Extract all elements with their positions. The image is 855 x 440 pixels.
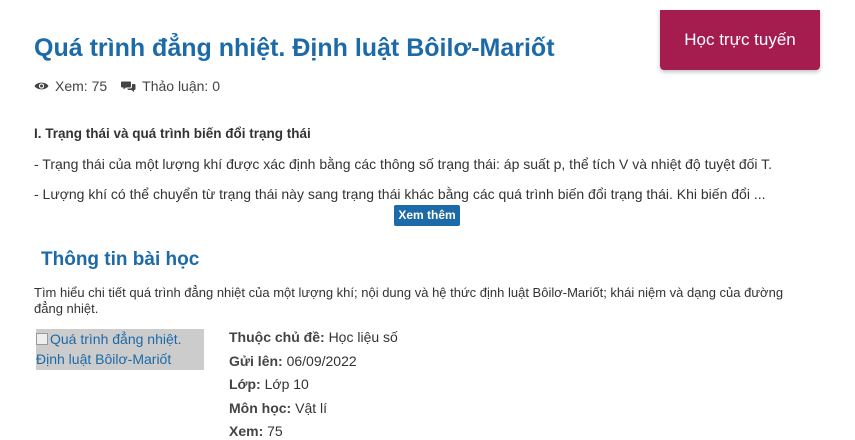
info-value-uploaded: 06/09/2022 bbox=[286, 352, 357, 369]
excerpt-heading: I. Trạng thái và quá trình biến đổi trạn… bbox=[34, 126, 311, 141]
info-key: Gửi lên: bbox=[229, 352, 283, 369]
info-row-topic: Thuộc chủ đề: Học liệu số bbox=[229, 327, 398, 351]
excerpt-paragraph: - Lượng khí có thể chuyển từ trạng thái … bbox=[34, 186, 766, 202]
broken-image-icon bbox=[36, 333, 48, 345]
info-key: Môn học: bbox=[229, 399, 292, 416]
info-value-subject[interactable]: Vật lí bbox=[295, 400, 327, 416]
info-row-grade: Lớp: Lớp 10 bbox=[229, 374, 398, 398]
online-learning-button[interactable]: Học trực tuyến bbox=[660, 10, 820, 70]
comments-icon bbox=[121, 80, 136, 92]
lesson-excerpt: I. Trạng thái và quá trình biến đổi trạn… bbox=[34, 124, 824, 202]
info-value-grade[interactable]: Lớp 10 bbox=[265, 376, 309, 392]
info-key: Thuộc chủ đề: bbox=[229, 329, 325, 345]
thumbnail-alt-text: Quá trình đẳng nhiệt. Định luật Bôilơ-Ma… bbox=[36, 331, 182, 367]
eye-icon bbox=[34, 81, 49, 91]
info-row-subject: Môn học: Vật lí bbox=[229, 398, 398, 422]
info-key: Xem: bbox=[229, 423, 264, 439]
meta-bar: Xem: 75 Thảo luận: 0 bbox=[34, 76, 220, 96]
excerpt-paragraph: - Trạng thái của một lượng khí được xác … bbox=[34, 156, 773, 172]
info-row-views: Xem: 75 bbox=[229, 421, 398, 440]
info-row-uploaded: Gửi lên: 06/09/2022 bbox=[229, 351, 398, 375]
views-count: Xem: 75 bbox=[55, 78, 108, 94]
lesson-thumbnail[interactable]: Quá trình đẳng nhiệt. Định luật Bôilơ-Ma… bbox=[36, 329, 204, 370]
discussion-count: Thảo luận: 0 bbox=[142, 78, 220, 94]
info-key: Lớp: bbox=[229, 376, 261, 392]
page-title: Quá trình đẳng nhiệt. Định luật Bôilơ-Ma… bbox=[34, 34, 555, 62]
see-more-button[interactable]: Xem thêm bbox=[394, 205, 460, 226]
lesson-info-list: Thuộc chủ đề: Học liệu số Gửi lên: 06/09… bbox=[229, 327, 398, 440]
lesson-info-title: Thông tin bài học bbox=[41, 249, 200, 270]
lesson-description: Tìm hiểu chi tiết quá trình đẳng nhiệt c… bbox=[34, 285, 784, 316]
info-value-views: 75 bbox=[267, 423, 283, 439]
info-value-topic[interactable]: Học liệu số bbox=[329, 329, 398, 345]
